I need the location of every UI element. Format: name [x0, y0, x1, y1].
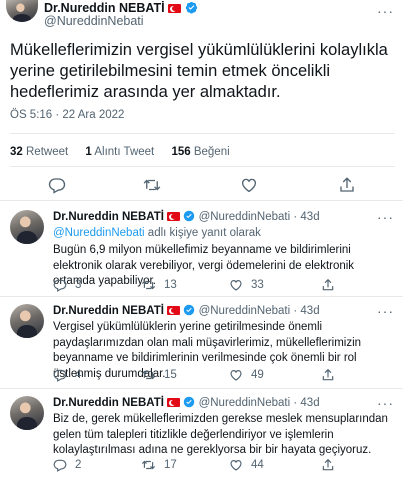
reply-button[interactable]: 2 [53, 458, 81, 472]
share-icon [322, 458, 334, 471]
like-icon[interactable] [240, 176, 258, 194]
like-count-link[interactable]: 156 Beğeni [171, 146, 229, 158]
retweet-button[interactable]: 17 [141, 458, 177, 472]
reply-avatar[interactable] [10, 210, 44, 244]
share-icon[interactable] [338, 176, 356, 194]
replying-to-link[interactable]: @NureddinNebati [53, 227, 145, 239]
share-button[interactable] [321, 458, 335, 472]
author-name-row[interactable]: Dr.Nureddin NEBATİ [44, 1, 198, 15]
retweet-icon [141, 370, 156, 380]
retweet-count-link[interactable]: 32 Retweet [10, 146, 68, 158]
reply-avatar[interactable] [10, 304, 44, 338]
more-icon[interactable]: ··· [377, 210, 394, 224]
tweet-timestamp[interactable]: ÖS 5:16 · 22 Ara 2022 [10, 109, 124, 121]
reply-author-row[interactable]: Dr.Nureddin NEBATİ @NureddinNebati · 43d [53, 396, 320, 409]
divider [10, 166, 395, 167]
reply-icon [53, 279, 67, 292]
reply-icon [53, 369, 67, 382]
like-icon [230, 370, 242, 381]
quote-count-link[interactable]: 1 Alıntı Tweet [85, 146, 154, 158]
turkey-flag-icon [167, 398, 181, 407]
replying-to: @NureddinNebati adlı kişiye yanıt olarak [53, 227, 261, 239]
more-icon[interactable]: ··· [377, 396, 394, 410]
like-button[interactable]: 44 [229, 458, 264, 472]
like-icon [230, 460, 242, 471]
retweet-icon [141, 280, 156, 290]
author-name[interactable]: Dr.Nureddin NEBATİ [44, 1, 165, 15]
retweet-button[interactable]: 15 [141, 368, 177, 382]
share-button[interactable] [321, 278, 335, 292]
reply-icon [53, 459, 67, 472]
retweet-icon[interactable] [142, 176, 162, 194]
retweet-button[interactable]: 13 [141, 278, 177, 292]
reply-button[interactable]: 4 [53, 368, 81, 382]
divider [0, 388, 403, 389]
reply-icon[interactable] [48, 176, 66, 194]
reply-text: Biz de, gerek mükelleflerimizden gerekse… [53, 413, 388, 456]
verified-badge-icon [185, 1, 197, 14]
author-avatar[interactable] [6, 0, 38, 22]
reply-button[interactable]: 3 [53, 278, 81, 292]
like-button[interactable]: 33 [229, 278, 264, 292]
reply-avatar[interactable] [10, 396, 44, 430]
author-handle[interactable]: @NureddinNebati [44, 14, 144, 28]
retweet-icon [141, 460, 156, 470]
share-icon [322, 368, 334, 381]
reply-author-row[interactable]: Dr.Nureddin NEBATİ @NureddinNebati · 43d [53, 304, 320, 317]
tweet-actions [0, 172, 403, 198]
turkey-flag-icon [168, 4, 182, 13]
reply-actions: 4 15 49 [53, 368, 393, 384]
divider [10, 133, 395, 134]
tweet-stats: 32 Retweet 1 Alıntı Tweet 156 Beğeni [10, 146, 230, 158]
more-icon[interactable]: ··· [377, 4, 394, 18]
verified-badge-icon [184, 396, 195, 408]
reply-author-row[interactable]: Dr.Nureddin NEBATİ @NureddinNebati · 43d [53, 210, 320, 223]
divider [0, 200, 403, 201]
verified-badge-icon [184, 210, 195, 222]
more-icon[interactable]: ··· [377, 304, 394, 318]
like-button[interactable]: 49 [229, 368, 264, 382]
tweet-text: Mükelleflerimizin vergisel yükümlülükler… [10, 41, 388, 101]
reply-actions: 3 13 33 [53, 278, 393, 294]
divider [0, 296, 403, 297]
share-icon [322, 278, 334, 291]
verified-badge-icon [184, 304, 195, 316]
turkey-flag-icon [167, 212, 181, 221]
reply-actions: 2 17 44 [53, 458, 393, 474]
turkey-flag-icon [167, 306, 181, 315]
like-icon [230, 280, 242, 291]
share-button[interactable] [321, 368, 335, 382]
